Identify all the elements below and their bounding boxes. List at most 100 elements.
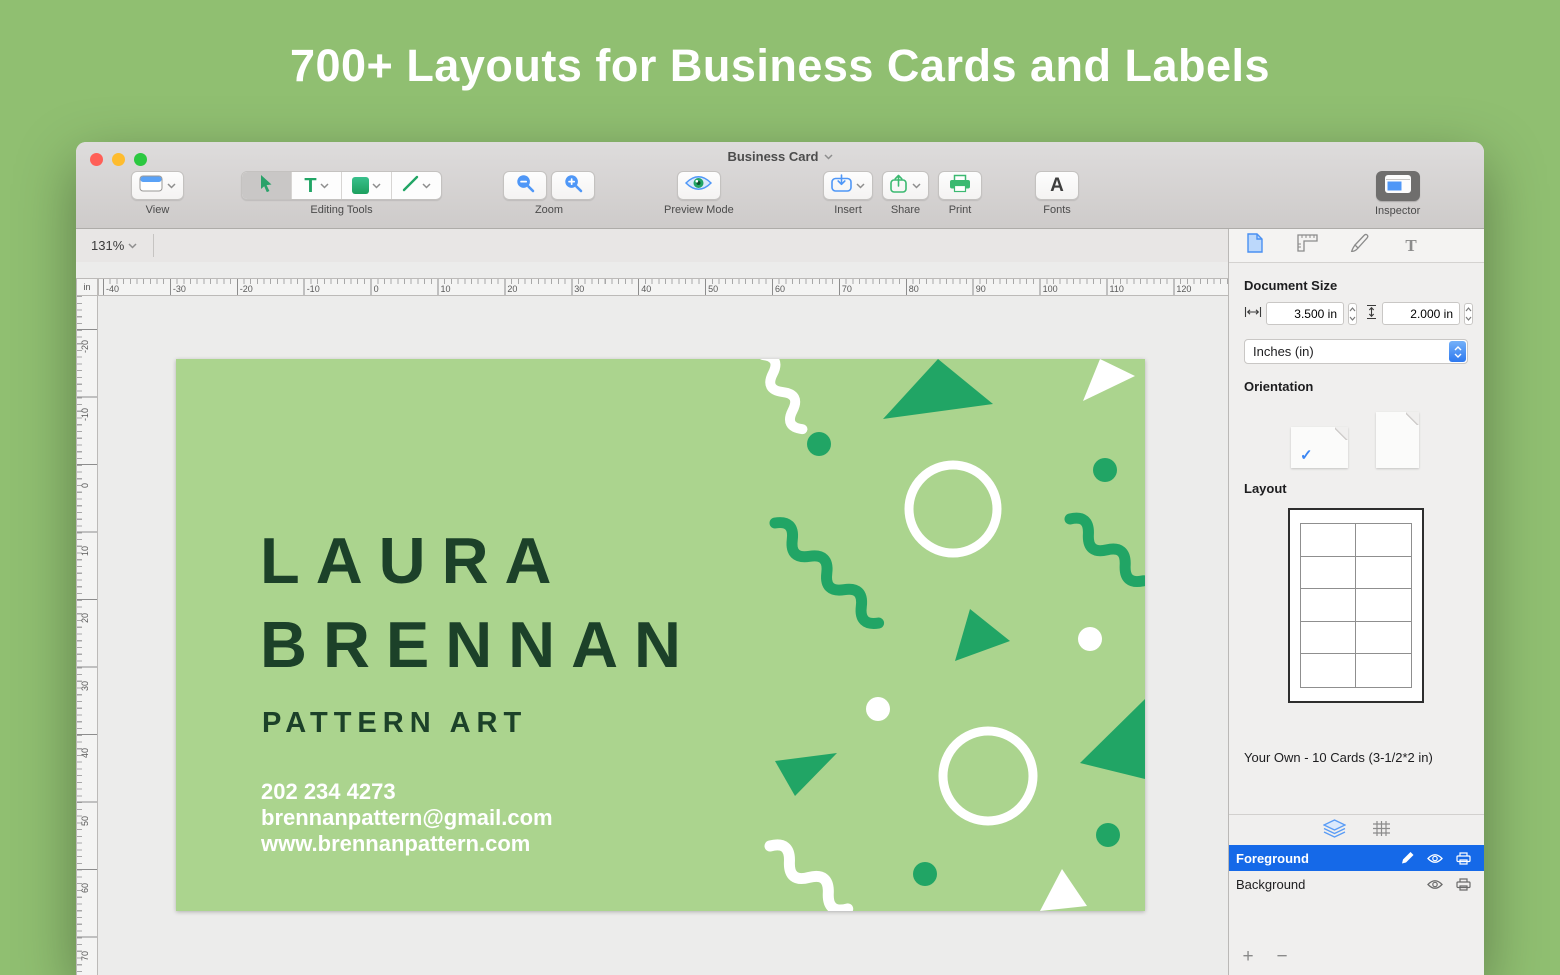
layout-preview[interactable] [1288,508,1424,703]
visibility-eye-icon[interactable] [1421,853,1449,864]
height-dimension-icon [1365,304,1378,323]
orientation-landscape-option[interactable]: ✓ [1291,427,1348,468]
units-select[interactable]: Inches (in) [1244,339,1468,364]
print-layer-icon[interactable] [1449,852,1477,865]
units-selected-value: Inches (in) [1253,344,1314,359]
ruler-tick-label: -10 [80,407,90,420]
ruler-tick-label: 30 [80,680,90,690]
view-label: View [146,204,170,216]
card-subtitle[interactable]: PATTERN ART [262,707,527,740]
layer-name: Foreground [1236,851,1393,866]
chevron-down-icon [422,183,431,189]
select-stepper-icon [1449,341,1466,362]
card-name-line1: LAURA [260,519,697,603]
height-stepper[interactable] [1464,303,1473,325]
ruler-tick-label: 80 [909,284,919,294]
zoom-level-control[interactable]: 131% [91,238,137,253]
zoom-out-button[interactable] [503,171,547,200]
ruler-tick-label: -20 [80,340,90,353]
preview-mode-button[interactable] [677,171,721,200]
chevron-down-icon [856,183,865,189]
ruler-icon [1297,234,1318,257]
text-tool-icon: T [304,176,316,196]
visibility-eye-icon[interactable] [1421,879,1449,890]
ruler-tick-label: 20 [80,613,90,623]
view-button[interactable] [131,171,184,200]
print-layer-icon[interactable] [1449,878,1477,891]
ruler-tick-label: 50 [80,815,90,825]
insert-button[interactable] [823,171,873,200]
horizontal-ruler[interactable]: -40-30-20-100102030405060708090100110120 [98,278,1228,296]
card-email: brennanpattern@gmail.com [261,805,553,831]
ruler-tick-label: 50 [708,284,718,294]
tab-text[interactable]: T [1385,229,1437,262]
edit-pencil-icon[interactable] [1393,851,1421,865]
layout-grid [1300,523,1412,688]
layers-tabs [1229,815,1484,845]
ruler-tick-label: 100 [1043,284,1058,294]
ruler-tick-label: 40 [80,748,90,758]
brush-icon [1350,233,1369,258]
cursor-icon [259,174,274,197]
chevron-down-icon [167,183,176,189]
orientation-options: ✓ [1291,406,1484,468]
toolbar-group-inspector: Inspector [1375,171,1420,217]
ruler-tick-label: 20 [507,284,517,294]
layers-icon[interactable] [1323,819,1346,841]
share-label: Share [891,204,920,216]
divider [153,234,154,257]
vertical-ruler[interactable]: -20-10010203040506070 [76,296,98,975]
shape-tool-button[interactable] [342,172,392,199]
ruler-tick-label: 60 [80,883,90,893]
ruler-unit-box: in [76,278,98,296]
ruler-tick-label: -40 [106,284,119,294]
fonts-button[interactable]: A [1035,171,1079,200]
print-button[interactable] [938,171,982,200]
window-content: 131% in -40-30-20-1001020304050607080901… [76,229,1484,975]
ruler-tick-label: -10 [307,284,320,294]
text-tool-button[interactable]: T [292,172,342,199]
tab-ruler[interactable] [1281,229,1333,262]
ruler-tick-label: -20 [240,284,253,294]
grid-icon[interactable] [1372,820,1391,840]
share-icon [890,174,908,198]
share-button[interactable] [882,171,929,200]
height-input[interactable] [1382,302,1460,325]
toolbar-group-fonts: A Fonts [1035,171,1079,216]
layer-row-background[interactable]: Background [1229,871,1484,897]
width-input[interactable] [1266,302,1344,325]
tab-appearance[interactable] [1333,229,1385,262]
layout-label: Layout [1244,481,1484,496]
card-name[interactable]: LAURA BRENNAN [260,519,697,687]
check-icon: ✓ [1300,446,1313,464]
ruler-tick-label: 10 [441,284,451,294]
ruler-tick-label: 0 [80,483,90,488]
select-tool-button[interactable] [242,172,292,199]
inspector-button[interactable] [1376,171,1420,201]
marketing-backdrop: 700+ Layouts for Business Cards and Labe… [0,0,1560,975]
business-card[interactable]: LAURA BRENNAN PATTERN ART 202 234 4273 b… [176,359,1145,911]
card-website: www.brennanpattern.com [261,831,553,857]
text-style-icon: T [1405,236,1416,256]
line-tool-icon [402,175,419,197]
zoom-in-button[interactable] [551,171,595,200]
chevron-down-icon [128,243,137,249]
width-dimension-icon [1244,306,1262,321]
tab-document[interactable] [1229,229,1281,262]
ruler-tick-label: 0 [374,284,379,294]
width-stepper[interactable] [1348,303,1357,325]
layer-row-foreground[interactable]: Foreground [1229,845,1484,871]
add-layer-button[interactable]: + [1239,946,1257,968]
line-tool-button[interactable] [392,172,441,199]
card-contact-block[interactable]: 202 234 4273 brennanpattern@gmail.com ww… [261,779,553,857]
ruler-tick-label: 40 [641,284,651,294]
window-title-group[interactable]: Business Card [76,149,1484,164]
ruler-tick-label: 90 [976,284,986,294]
document-canvas[interactable]: in -40-30-20-100102030405060708090100110… [76,262,1228,975]
titlebar: Business Card View [76,142,1484,229]
ruler-tick-label: 10 [80,545,90,555]
window-title: Business Card [727,149,818,164]
orientation-portrait-option[interactable] [1376,412,1419,468]
remove-layer-button[interactable]: − [1273,946,1291,968]
toolbar-group-preview: Preview Mode [664,171,734,216]
